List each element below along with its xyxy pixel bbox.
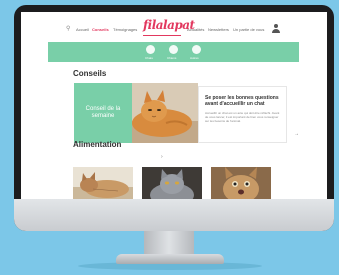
section-title-alimentation: Alimentation	[73, 140, 122, 149]
featured-cat-image[interactable]	[132, 83, 198, 143]
article-thumb-cat-1[interactable]	[73, 167, 133, 199]
article-thumb-cat-2[interactable]	[142, 167, 202, 199]
other-category-icon[interactable]	[192, 45, 201, 54]
nav-item-accueil[interactable]: Accueil	[76, 27, 89, 32]
chevron-right-icon[interactable]: ›	[161, 154, 163, 160]
featured-article-card[interactable]: Se poser les bonnes questions avant d'ac…	[198, 86, 287, 143]
dog-category-icon[interactable]	[169, 45, 178, 54]
featured-badge: Conseil de la semaine	[74, 83, 132, 143]
nav-item-temoignages[interactable]: Témoignages	[113, 27, 137, 32]
category-label-autres[interactable]: Autres	[190, 56, 199, 60]
user-icon[interactable]	[272, 24, 280, 33]
search-icon[interactable]: ⚲	[66, 25, 70, 32]
website-screen: ⚲ Accueil Conseils Témoignages Actualité…	[21, 12, 327, 199]
category-band: Chats Chiens Autres	[48, 42, 299, 62]
monitor-stand-base	[116, 254, 224, 264]
section-title-conseils: Conseils	[73, 69, 107, 78]
featured-article-title[interactable]: Se poser les bonnes questions avant d'ac…	[205, 95, 285, 107]
nav-item-partie[interactable]: Un partie de vous	[233, 27, 264, 32]
arrow-right-icon[interactable]: →	[294, 131, 299, 137]
cat-category-icon[interactable]	[146, 45, 155, 54]
featured-article-excerpt: Accueillir un chat est un acte qui doit …	[205, 111, 280, 123]
monitor-chin	[14, 199, 334, 231]
nav-item-conseils[interactable]: Conseils	[92, 27, 109, 32]
category-label-chats[interactable]: Chats	[145, 56, 153, 60]
site-logo[interactable]: filalapat	[143, 18, 195, 36]
logo-underline	[143, 35, 181, 36]
category-label-chiens[interactable]: Chiens	[167, 56, 176, 60]
article-thumb-cat-3[interactable]	[211, 167, 271, 199]
monitor-stand-neck	[144, 231, 194, 256]
nav-item-newsletters[interactable]: Newsletters	[208, 27, 229, 32]
